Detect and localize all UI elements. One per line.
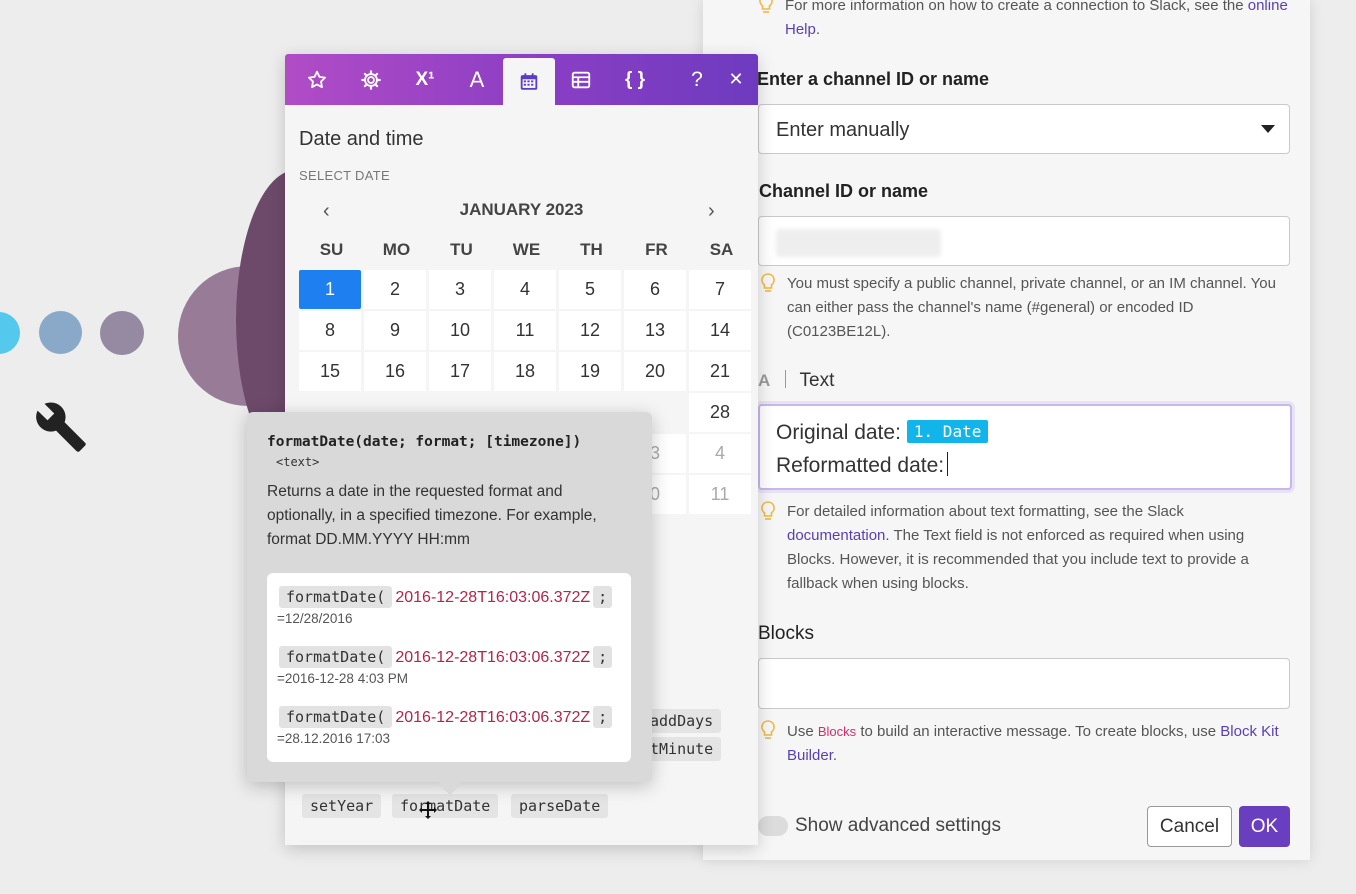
weekday-label: SU [319, 240, 344, 259]
examples-box: formatDate(2016-12-28T16:03:06.372Z; =12… [267, 573, 631, 762]
select-date-label: SELECT DATE [299, 168, 390, 183]
calendar-day[interactable]: 21 [689, 352, 751, 391]
function-chip-setMinute[interactable]: tMinute [642, 737, 722, 761]
calendar-day[interactable]: 28 [689, 393, 751, 432]
text-input-editor[interactable]: Original date: 1. Date Reformatted date: [758, 404, 1292, 490]
calendar-day[interactable]: 9 [364, 311, 426, 350]
weekday-label: MO [382, 240, 411, 259]
calendar-day[interactable]: 14 [689, 311, 751, 350]
example-item: formatDate(2016-12-28T16:03:06.372Z; =28… [277, 706, 613, 746]
connection-help-hint: For more information on how to create a … [785, 0, 1290, 42]
date-variable-pill[interactable]: 1. Date [906, 420, 989, 443]
calendar-day[interactable]: 3 [429, 270, 491, 309]
calendar-day[interactable]: 1 [299, 270, 361, 309]
calendar-day[interactable]: 12 [559, 311, 621, 350]
month-label: JANUARY 2023 [459, 200, 584, 219]
advanced-settings-toggle[interactable] [758, 816, 788, 836]
next-month-button[interactable]: › [708, 200, 715, 223]
text-line-reformatted: Reformatted date: [776, 452, 949, 478]
text-formatting-hint: For detailed information about text form… [787, 503, 1249, 592]
calendar-day[interactable]: 16 [364, 352, 426, 391]
text-field-label: A Text [758, 370, 835, 391]
cancel-button[interactable]: Cancel [1147, 806, 1232, 847]
weekday-label: WE [512, 240, 541, 259]
connector-dot-mauve [100, 311, 144, 355]
blocks-keyword: Blocks [817, 724, 857, 739]
weekday-label: SA [709, 240, 734, 259]
lightbulb-icon [759, 0, 773, 13]
channel-id-label: Channel ID or name [759, 181, 929, 201]
calendar-day[interactable]: 13 [624, 311, 686, 350]
channel-id-input[interactable] [758, 216, 1290, 266]
channel-mode-select[interactable]: Enter manually [758, 104, 1290, 154]
calendar-day[interactable]: 5 [559, 270, 621, 309]
blocks-input[interactable] [758, 658, 1290, 709]
gear-icon[interactable] [349, 54, 393, 105]
calendar-day[interactable]: 7 [689, 270, 751, 309]
calendar-day[interactable]: 18 [494, 352, 556, 391]
star-icon[interactable] [295, 54, 339, 105]
calendar-day[interactable]: 19 [559, 352, 621, 391]
weekday-label: FR [645, 240, 668, 259]
slack-module-settings-panel: For more information on how to create a … [703, 0, 1310, 860]
function-tooltip: formatDate(date; format; [timezone]) <te… [247, 412, 652, 796]
function-description: Returns a date in the requested format a… [267, 483, 597, 548]
calendar-day[interactable]: 10 [429, 311, 491, 350]
calendar-day[interactable]: 6 [624, 270, 686, 309]
calendar-day[interactable]: 20 [624, 352, 686, 391]
documentation-link[interactable]: documentation [787, 527, 885, 544]
function-chip-addDays[interactable]: addDays [642, 709, 722, 733]
superscript-icon[interactable]: X¹ [403, 54, 447, 105]
function-signature: formatDate(date; format; [timezone]) [267, 434, 582, 450]
channel-mode-value: Enter manually [776, 119, 910, 141]
lightbulb-icon [761, 273, 775, 292]
lightbulb-icon [761, 501, 775, 520]
weekday-label: TU [450, 240, 473, 259]
calendar-day[interactable]: 17 [429, 352, 491, 391]
text-cursor [947, 452, 949, 476]
text-line-original: Original date: 1. Date [776, 420, 989, 445]
calendar-day[interactable]: 15 [299, 352, 361, 391]
text-type-icon: A [758, 371, 771, 390]
close-icon[interactable]: ✕ [714, 54, 758, 105]
blocks-label: Blocks [758, 623, 814, 644]
example-item: formatDate(2016-12-28T16:03:06.372Z; =12… [277, 586, 613, 626]
channel-mode-label: Enter a channel ID or name [757, 69, 990, 89]
move-cursor-icon [419, 801, 437, 819]
ok-button[interactable]: OK [1239, 806, 1290, 847]
chevron-down-icon [1261, 125, 1275, 133]
redacted-channel-id [776, 229, 941, 257]
calendar-day[interactable]: 11 [689, 475, 751, 514]
function-chip-setYear[interactable]: setYear [302, 794, 382, 818]
calendar-icon[interactable] [503, 58, 555, 105]
advanced-settings-label: Show advanced settings [795, 815, 1001, 836]
connector-dot-blue [39, 311, 82, 354]
example-item: formatDate(2016-12-28T16:03:06.372Z; =20… [277, 646, 613, 686]
function-chip-formatDate[interactable]: formatDate [392, 794, 499, 818]
calendar-day[interactable]: 8 [299, 311, 361, 350]
return-type: <text> [276, 455, 320, 469]
calendar-day[interactable]: 4 [494, 270, 556, 309]
connector-dot-cyan [0, 312, 20, 354]
calendar-day[interactable]: 11 [494, 311, 556, 350]
calendar-day[interactable]: 2 [364, 270, 426, 309]
braces-icon[interactable]: { } [613, 54, 657, 105]
blocks-hint: Use Blocks to build an interactive messa… [787, 723, 1279, 764]
weekday-label: TH [580, 240, 603, 259]
table-icon[interactable] [559, 54, 603, 105]
wrench-icon[interactable] [34, 400, 88, 454]
channel-id-hint: You must specify a public channel, priva… [787, 275, 1276, 340]
text-icon[interactable]: A [455, 54, 499, 105]
calendar-day[interactable]: 4 [689, 434, 751, 473]
function-category-toolbar: X¹ A { } ? ✕ [285, 54, 758, 105]
section-title: Date and time [299, 128, 424, 150]
help-icon[interactable]: ? [675, 54, 719, 105]
function-chip-parseDate[interactable]: parseDate [511, 794, 609, 818]
lightbulb-icon [761, 720, 775, 739]
